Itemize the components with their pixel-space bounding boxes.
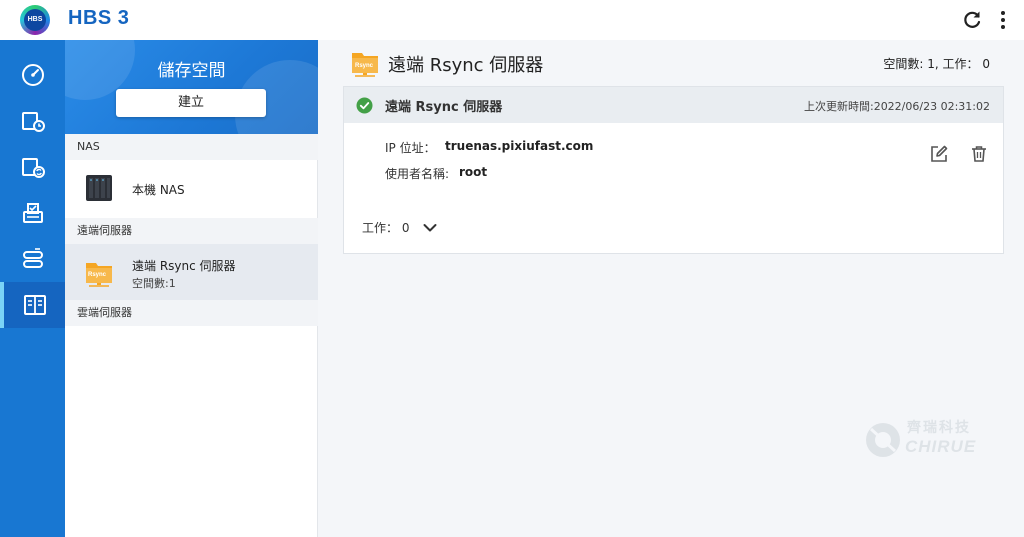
rail-item-storage-spaces[interactable] [0, 282, 65, 328]
check-circle-icon [356, 97, 373, 114]
title-rsync-badge: Rsync [355, 63, 374, 69]
watermark-cn: 齊瑞科技 [907, 420, 971, 436]
rsync-folder-icon [352, 53, 378, 77]
sync-icon [21, 158, 45, 178]
local-nas-label: 本機 NAS [132, 183, 185, 197]
app-title: HBS 3 [68, 7, 130, 29]
watermark-logo-icon [866, 423, 900, 457]
server-card: 遠端 Rsync 伺服器 上次更新時間:2022/06/23 02:31:02 … [343, 86, 1004, 254]
space-job-counts: 空間數: 1, 工作： 0 [883, 57, 990, 71]
rsync-space-count: 空間數:1 [132, 277, 176, 290]
backup-icon [21, 112, 45, 132]
rail-item-overview[interactable] [0, 52, 65, 98]
jobs-toggle[interactable]: 工作： 0 [362, 219, 437, 237]
storage-panel-header: 儲存空間 建立 [65, 40, 318, 134]
hbs-logo: HBS [20, 5, 50, 35]
rsync-server-label: 遠端 Rsync 伺服器 [132, 259, 236, 273]
server-card-header: 遠端 Rsync 伺服器 上次更新時間:2022/06/23 02:31:02 [344, 87, 1003, 123]
watermark: 齊瑞科技 CHIRUE [865, 415, 995, 465]
nav-rail [0, 40, 65, 537]
storage-panel: 儲存空間 建立 NAS 本機 NAS 遠端伺服器 Rsync 遠端 Rsync … [65, 40, 318, 537]
rsync-badge: Rsync [88, 272, 107, 278]
server-name: 遠端 Rsync 伺服器 [385, 100, 503, 115]
section-nas: NAS [65, 134, 318, 160]
main-content: Rsync 遠端 Rsync 伺服器 空間數: 1, 工作： 0 遠端 Rsyn… [318, 40, 1024, 537]
more-vertical-icon[interactable] [996, 8, 1010, 32]
rail-item-restore[interactable] [0, 190, 65, 236]
jobs-label: 工作： [362, 221, 399, 235]
section-cloud-servers: 雲端伺服器 [65, 300, 318, 326]
ip-value: truenas.pixiufast.com [445, 139, 594, 153]
refresh-icon[interactable] [960, 8, 984, 32]
create-button[interactable]: 建立 [116, 89, 266, 117]
logo-text: HBS [24, 9, 46, 31]
username-label: 使用者名稱: [385, 167, 450, 181]
services-icon [22, 248, 43, 268]
delete-icon[interactable] [969, 144, 989, 164]
username-value: root [459, 165, 488, 179]
page-title: 遠端 Rsync 伺服器 [388, 55, 544, 76]
edit-icon[interactable] [929, 144, 949, 164]
storage-spaces-icon [23, 295, 46, 315]
watermark-en: CHIRUE [905, 437, 977, 456]
nas-device-icon [86, 175, 112, 201]
rail-item-backup[interactable] [0, 98, 65, 144]
top-bar: HBS HBS 3 [0, 0, 1024, 40]
last-updated: 上次更新時間:2022/06/23 02:31:02 [803, 100, 990, 113]
restore-icon [22, 203, 43, 223]
ip-label: IP 位址： [385, 141, 436, 155]
list-item-rsync-server[interactable]: Rsync 遠端 Rsync 伺服器 空間數:1 [65, 244, 318, 300]
list-item-local-nas[interactable]: 本機 NAS [65, 160, 318, 218]
jobs-count: 0 [401, 221, 410, 235]
rail-item-services[interactable] [0, 236, 65, 282]
speedometer-icon [21, 64, 44, 86]
section-remote-servers: 遠端伺服器 [65, 218, 318, 244]
chevron-down-icon [423, 224, 437, 232]
rail-item-sync[interactable] [0, 144, 65, 190]
storage-panel-title: 儲存空間 [157, 61, 226, 81]
